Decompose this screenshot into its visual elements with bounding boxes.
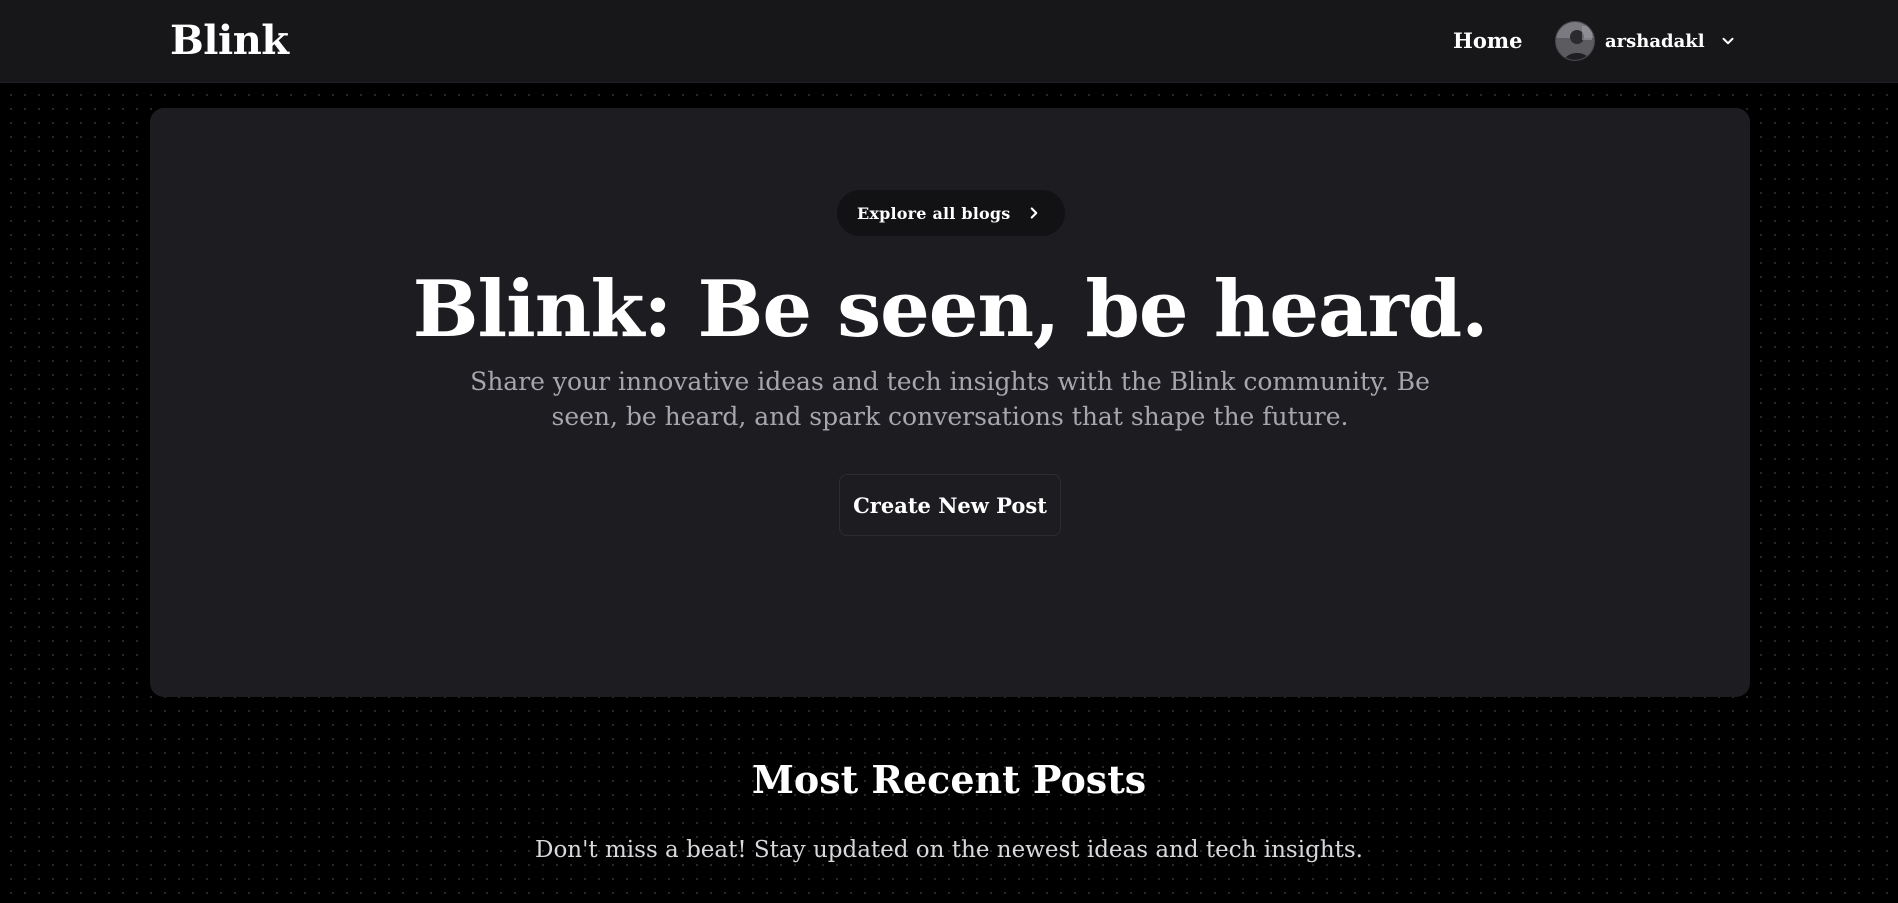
explore-label: Explore all blogs — [857, 203, 1011, 223]
hero-title: Blink: Be seen, be heard. — [412, 264, 1489, 355]
hero-card: Explore all blogs Blink: Be seen, be hea… — [150, 108, 1750, 697]
brand-logo[interactable]: Blink — [170, 16, 289, 66]
chevron-right-icon — [1030, 207, 1038, 219]
recent-posts-subtitle: Don't miss a beat! Stay updated on the n… — [535, 837, 1363, 863]
chevron-down-icon[interactable] — [1719, 32, 1737, 50]
avatar-image — [1556, 22, 1594, 60]
page: Blink Home arshadakl Explore all blogs B… — [0, 0, 1898, 903]
hero-subtitle: Share your innovative ideas and tech ins… — [470, 367, 1430, 431]
nav-home-link[interactable]: Home — [1453, 26, 1522, 56]
explore-all-blogs-button[interactable]: Explore all blogs — [837, 190, 1065, 236]
recent-posts-title: Most Recent Posts — [751, 757, 1147, 802]
user-menu[interactable]: arshadakl — [1555, 20, 1737, 62]
create-new-post-button[interactable]: Create New Post — [839, 474, 1061, 536]
username-label: arshadakl — [1605, 30, 1705, 52]
user-avatar[interactable] — [1555, 21, 1595, 61]
navbar: Blink Home arshadakl — [0, 0, 1898, 83]
